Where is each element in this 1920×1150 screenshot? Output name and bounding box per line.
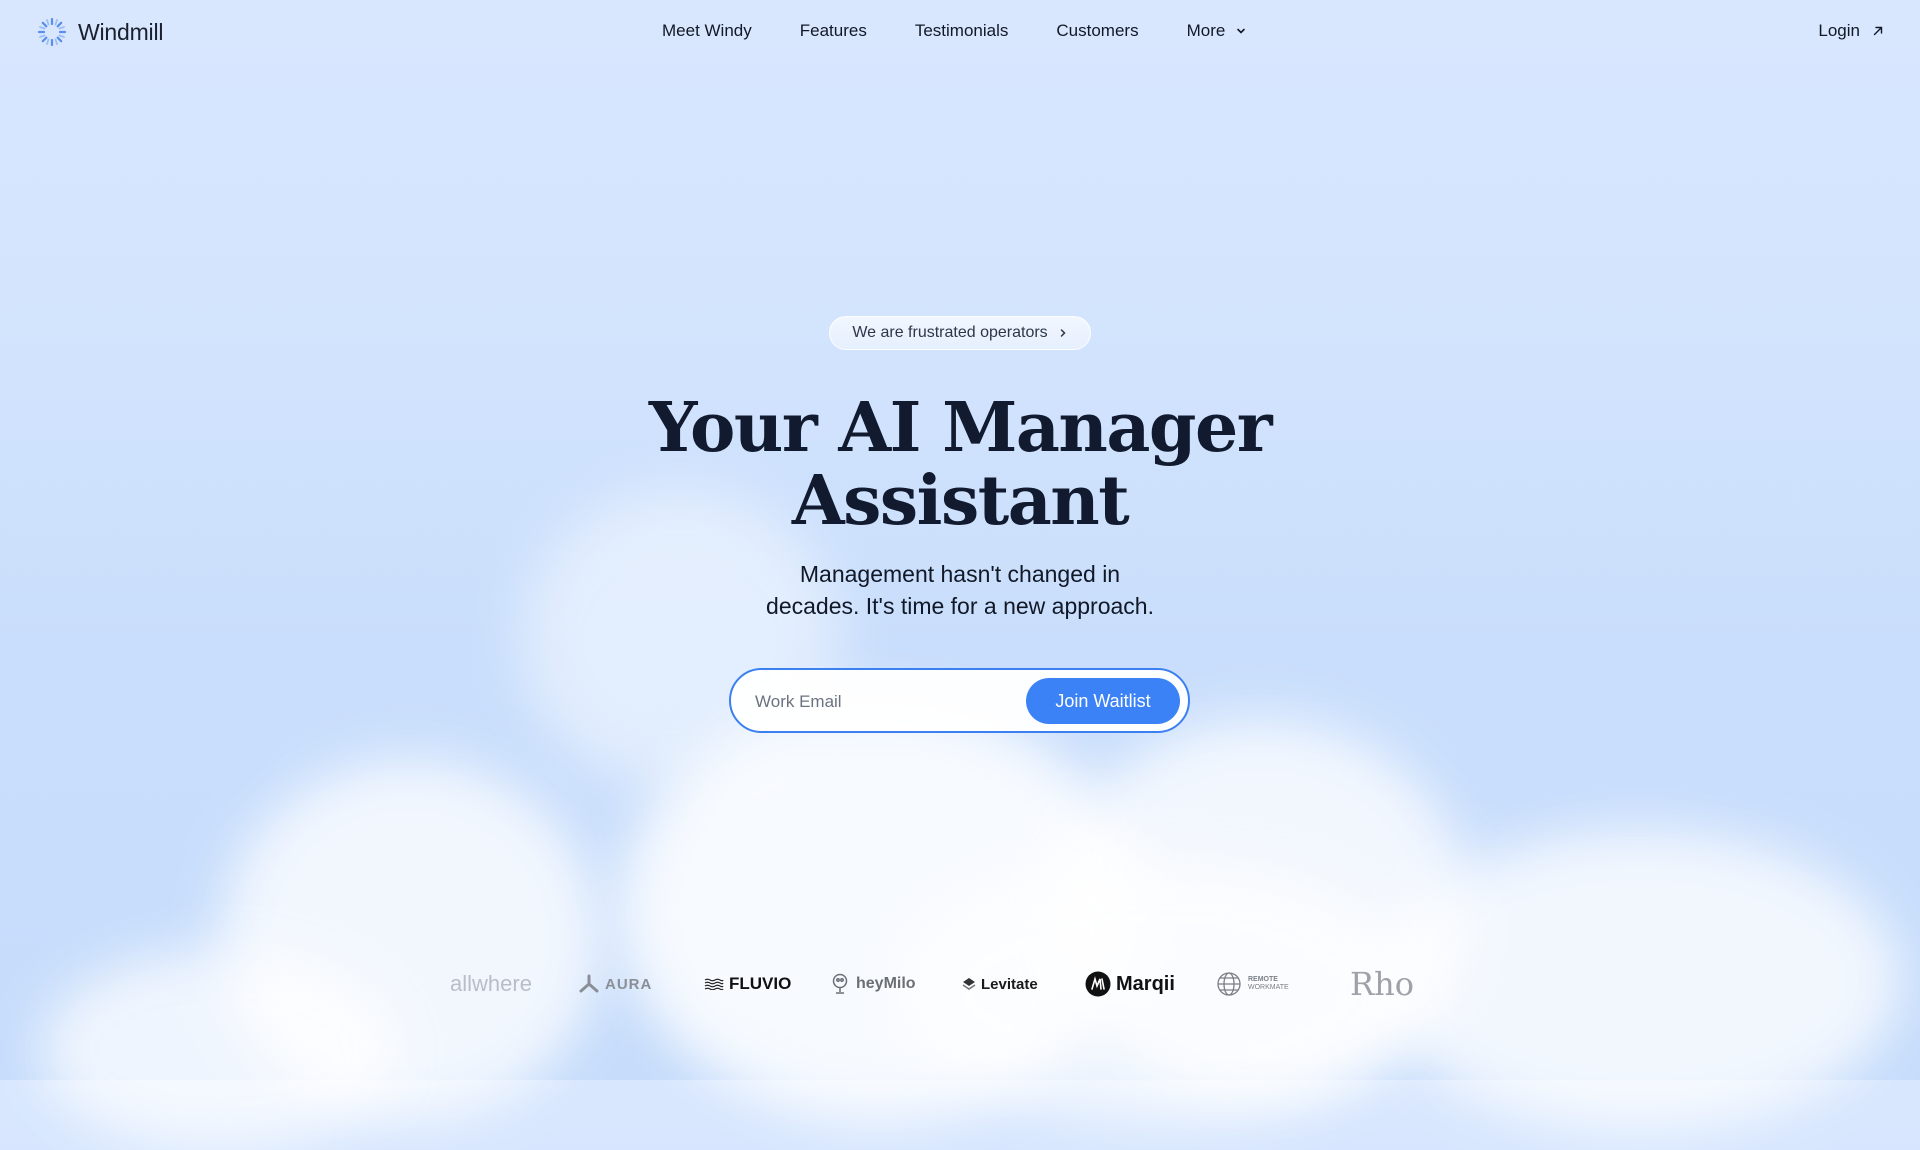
nav-meet-windy[interactable]: Meet Windy [662,21,752,41]
logo-aura: AURA [578,964,652,1004]
windmill-logo-icon [37,17,67,47]
join-waitlist-button[interactable]: Join Waitlist [1026,678,1180,724]
nav-more-label: More [1186,21,1226,40]
logo-marqii: Marqii [1085,964,1175,1004]
logo-rho-text: Rho [1350,965,1414,1003]
heymilo-trophy-icon [832,973,848,994]
hero-title-line2: Assistant [791,461,1130,541]
logo-allwhere-text: allwhere [450,971,532,996]
levitate-layers-icon [962,978,976,990]
logo-rho: Rho [1350,964,1414,1004]
work-email-input[interactable] [753,670,1017,733]
logo-remote-workmate-text: REMOTE WORKMATE [1248,976,1289,992]
brand-logo[interactable]: Windmill [36,16,163,48]
top-nav: Windmill Meet Windy Features Testimonial… [0,0,1920,64]
logo-heymilo: heyMilo [829,964,916,1004]
brand-name: Windmill [78,18,164,45]
main-nav: Meet Windy Features Testimonials Custome… [662,21,1247,41]
hero-title-line1: Your AI Manager [648,388,1273,468]
chevron-right-icon [1060,329,1066,337]
fluvio-waves-icon [704,978,724,990]
logo-remote-line2: WORKMATE [1248,984,1289,991]
nav-features[interactable]: Features [800,21,867,41]
announcement-pill[interactable]: We are frustrated operators [829,316,1091,350]
aura-mark-icon [579,974,599,993]
hero-subtitle: Management hasn't changed in decades. It… [0,558,1920,622]
logo-levitate: Levitate [962,964,1038,1004]
customer-logos: allwhere AURA FLUVIO heyMilo Levitate Ma… [0,964,1920,1004]
announcement-label: We are frustrated operators [852,324,1048,341]
nav-testimonials[interactable]: Testimonials [915,21,1009,41]
logo-fluvio: FLUVIO [704,964,791,1004]
waitlist-form: Join Waitlist [729,668,1190,733]
logo-marqii-text: Marqii [1116,972,1175,995]
remote-workmate-globe-icon [1217,972,1241,996]
logo-remote-line1: REMOTE [1248,976,1278,983]
logo-fluvio-text: FLUVIO [729,974,792,993]
hero-subtitle-line2: decades. It's time for a new approach. [766,593,1154,619]
nav-more-dropdown[interactable]: More [1187,21,1248,41]
login-label: Login [1818,21,1860,40]
logo-allwhere: allwhere [450,964,532,1004]
logo-remote-workmate: REMOTE WORKMATE [1215,964,1289,1004]
chevron-down-icon [1237,28,1246,34]
logo-aura-text: AURA [605,975,653,993]
hero-subtitle-line1: Management hasn't changed in [799,561,1121,587]
logo-heymilo-text: heyMilo [856,975,916,992]
nav-customers[interactable]: Customers [1056,21,1138,41]
arrow-up-right-icon [1873,26,1883,36]
marqii-badge-icon [1085,971,1111,997]
hero-title: Your AI Manager Assistant [0,392,1920,538]
login-link[interactable]: Login [1818,21,1884,41]
logo-levitate-text: Levitate [981,975,1038,993]
